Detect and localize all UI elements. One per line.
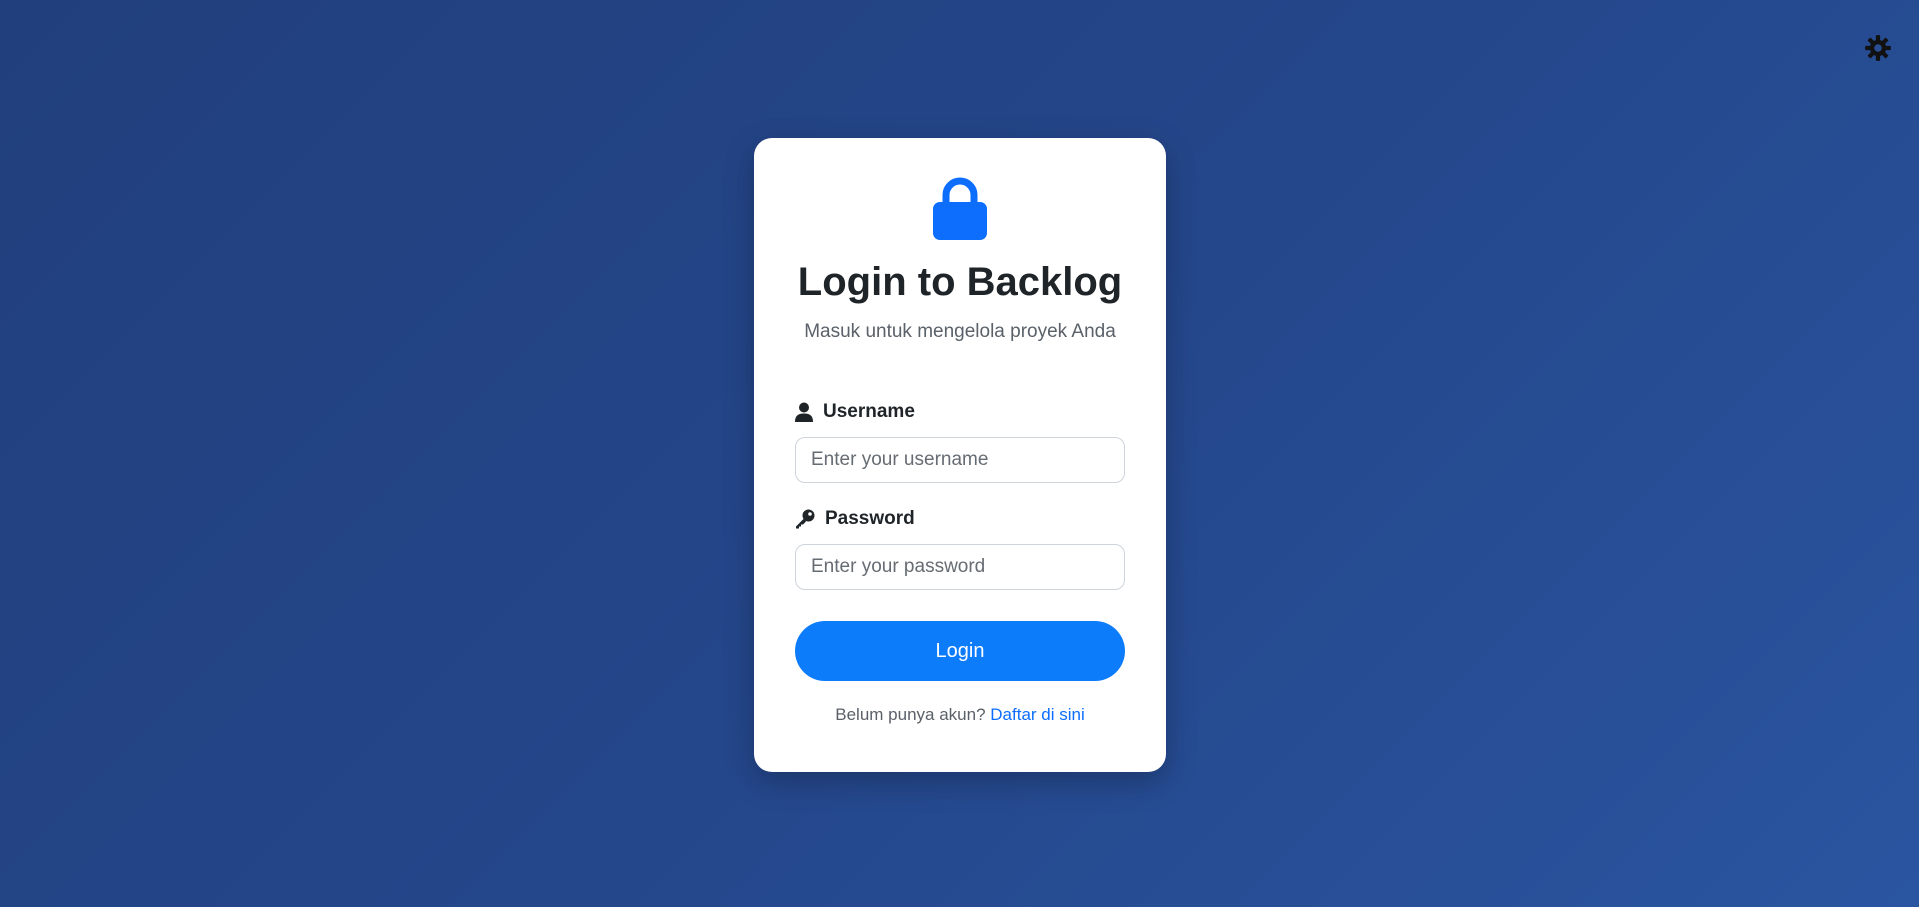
register-prompt-text: Belum punya akun? — [835, 705, 986, 724]
page-subtitle: Masuk untuk mengelola proyek Anda — [804, 321, 1116, 342]
login-button[interactable]: Login — [795, 621, 1125, 681]
login-card: Login to Backlog Masuk untuk mengelola p… — [754, 138, 1166, 772]
lock-icon — [933, 177, 987, 240]
theme-toggle-button[interactable] — [1864, 34, 1892, 62]
register-link[interactable]: Daftar di sini — [990, 705, 1084, 724]
password-label-text: Password — [825, 508, 915, 529]
password-input[interactable] — [795, 544, 1125, 590]
user-icon — [795, 402, 813, 422]
username-label-text: Username — [823, 401, 915, 422]
register-prompt: Belum punya akun? Daftar di sini — [754, 704, 1166, 726]
key-icon — [796, 509, 815, 529]
username-input[interactable] — [795, 437, 1125, 483]
gear-icon — [1865, 35, 1891, 61]
username-label: Username — [795, 400, 915, 424]
page-title: Login to Backlog — [797, 260, 1123, 304]
password-label: Password — [795, 507, 915, 531]
